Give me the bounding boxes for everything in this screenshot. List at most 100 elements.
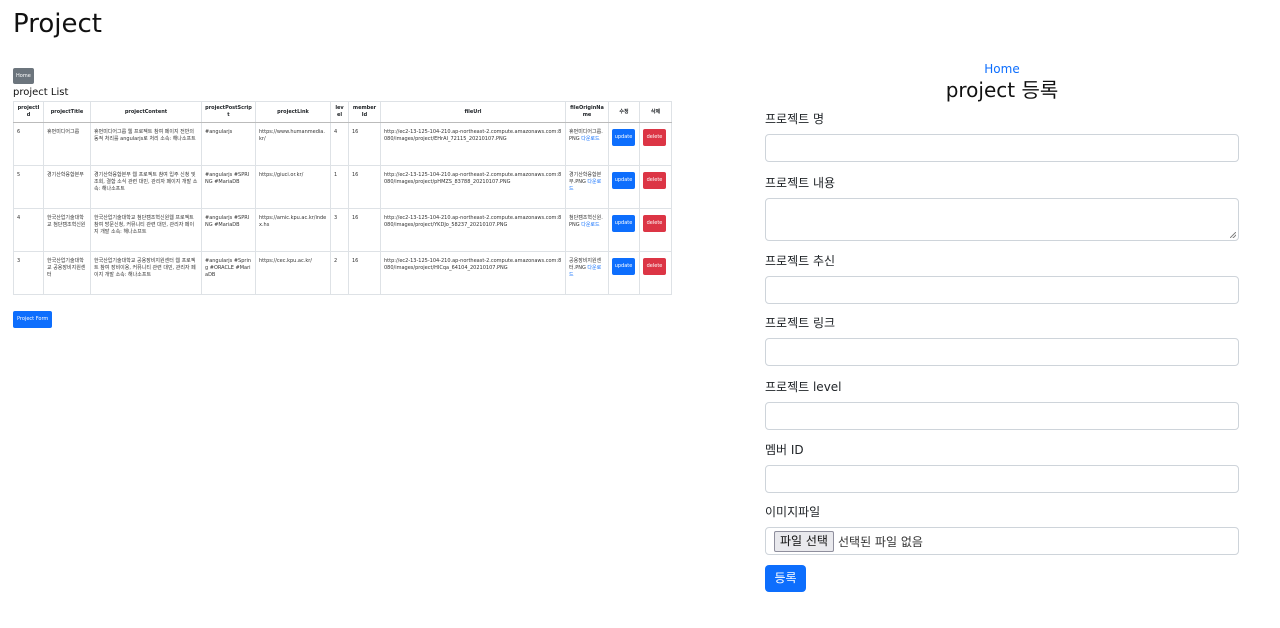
file-status-text: 선택된 파일 없음 xyxy=(837,534,923,549)
project-content-textarea[interactable] xyxy=(765,198,1239,241)
cell-delete: delete xyxy=(639,165,672,209)
column-header: projectPostScript xyxy=(201,101,256,123)
cell-delete: delete xyxy=(639,208,672,252)
cell-file-url: http://ec2-13-125-104-210.ap-northeast-2… xyxy=(380,122,566,166)
cell-update: update xyxy=(608,251,640,295)
project-content-label: 프로젝트 내용 xyxy=(765,176,836,190)
cell-project-id: 5 xyxy=(13,165,44,209)
table-row: 6 휴먼미디어그룹 휴먼미디어그룹 웹 프로젝트 참여 페이지 전반의 동적 처… xyxy=(13,122,672,166)
column-header: fileUrl xyxy=(380,101,566,123)
cell-project-title: 경기산학융합본부 xyxy=(43,165,91,209)
cell-level: 3 xyxy=(330,208,349,252)
project-level-label: 프로젝트 level xyxy=(765,380,842,394)
cell-file-url: http://ec2-13-125-104-210.ap-northeast-2… xyxy=(380,208,566,252)
submit-button[interactable]: 등록 xyxy=(765,565,806,592)
cell-level: 2 xyxy=(330,251,349,295)
project-postscript-label: 프로젝트 추신 xyxy=(765,254,836,268)
download-link[interactable]: 다운로드 xyxy=(581,222,599,228)
cell-update: update xyxy=(608,165,640,209)
download-link[interactable]: 다운로드 xyxy=(581,136,599,142)
field-content: 프로젝트 내용 xyxy=(765,175,1239,241)
image-file-input[interactable]: 파일 선택 선택된 파일 없음 xyxy=(765,527,1239,555)
update-button[interactable]: update xyxy=(612,215,635,232)
file-select-button[interactable]: 파일 선택 xyxy=(774,530,834,552)
field-image: 이미지파일 파일 선택 선택된 파일 없음 xyxy=(765,504,1239,555)
cell-project-title: 휴먼미디어그룹 xyxy=(43,122,91,166)
cell-project-content: 휴먼미디어그룹 웹 프로젝트 참여 페이지 전반의 동적 처리를 angular… xyxy=(90,122,202,166)
member-id-input[interactable] xyxy=(765,465,1239,493)
field-member: 멤버 ID xyxy=(765,442,1239,493)
field-link: 프로젝트 링크 xyxy=(765,315,1239,366)
cell-level: 1 xyxy=(330,165,349,209)
column-header: fileOriginName xyxy=(565,101,609,123)
cell-project-link: https://www.humanmedia.kr/ xyxy=(255,122,331,166)
resize-handle-icon[interactable] xyxy=(1230,232,1236,238)
table-header-row: projectId projectTitle projectContent pr… xyxy=(13,101,672,123)
cell-project-id: 6 xyxy=(13,122,44,166)
cell-project-postscript: #angularjs #SPRING #MariaDB xyxy=(201,208,256,252)
cell-project-content: 한국산업기술대학교 첨단캠조혁신원웹 프로젝트 참여 방문신청, 커뮤니티 관련… xyxy=(90,208,202,252)
field-postscript: 프로젝트 추신 xyxy=(765,253,1239,304)
project-postscript-input[interactable] xyxy=(765,276,1239,304)
cell-delete: delete xyxy=(639,251,672,295)
cell-project-link: https://cec.kpu.ac.kr/ xyxy=(255,251,331,295)
cell-member-id: 16 xyxy=(348,165,381,209)
project-form-button[interactable]: Project Form xyxy=(13,311,53,328)
cell-project-link: https://amic.kpu.ac.kr/index.hs xyxy=(255,208,331,252)
project-list-panel: Home project List projectId projectTitle… xyxy=(13,62,672,295)
cell-update: update xyxy=(608,122,640,166)
column-header: projectTitle xyxy=(43,101,91,123)
project-name-label: 프로젝트 명 xyxy=(765,112,825,126)
delete-button[interactable]: delete xyxy=(643,215,666,232)
cell-project-id: 4 xyxy=(13,208,44,252)
cell-project-content: 경기산학융합본부 웹 프로젝트 참여 입주 신청 및 조회, 결함 소식 관련 … xyxy=(90,165,202,209)
cell-file-url: http://ec2-13-125-104-210.ap-northeast-2… xyxy=(380,251,566,295)
cell-project-postscript: #angularjs #SPRING #MariaDB xyxy=(201,165,256,209)
list-title: project List xyxy=(13,87,69,98)
column-header: memberId xyxy=(348,101,381,123)
home-button[interactable]: Home xyxy=(13,68,34,84)
cell-update: update xyxy=(608,208,640,252)
column-header: projectContent xyxy=(90,101,202,123)
project-name-input[interactable] xyxy=(765,134,1239,162)
update-button[interactable]: update xyxy=(612,258,635,275)
column-header: projectLink xyxy=(255,101,331,123)
delete-button[interactable]: delete xyxy=(643,172,666,189)
update-button[interactable]: update xyxy=(612,172,635,189)
table-row: 3 한국산업기술대학교 공용장비지원센터 한국산업기술대학교 공용장비지원센터 … xyxy=(13,251,672,295)
delete-button[interactable]: delete xyxy=(643,129,666,146)
delete-button[interactable]: delete xyxy=(643,258,666,275)
update-button[interactable]: update xyxy=(612,129,635,146)
project-table: projectId projectTitle projectContent pr… xyxy=(13,101,672,295)
cell-project-postscript: #angularjs #Spring #ORACLE #MariaDB xyxy=(201,251,256,295)
field-name: 프로젝트 명 xyxy=(765,111,1239,162)
image-file-label: 이미지파일 xyxy=(765,505,821,519)
cell-delete: delete xyxy=(639,122,672,166)
project-register-form: Home project 등록 프로젝트 명 프로젝트 내용 프로젝트 추신 프… xyxy=(765,62,1239,592)
cell-project-link: https://giuci.or.kr/ xyxy=(255,165,331,209)
cell-file-origin-name: 경기산학융합본부.PNG 다운로드 xyxy=(565,165,609,209)
column-header: level xyxy=(330,101,349,123)
cell-project-title: 한국산업기술대학교 첨단캠조혁신원 xyxy=(43,208,91,252)
cell-file-url: http://ec2-13-125-104-210.ap-northeast-2… xyxy=(380,165,566,209)
page-title: Project xyxy=(13,9,102,39)
cell-project-content: 한국산업기술대학교 공용장비지원센터 웹 프로젝트 참여 장비이용, 커뮤니티 … xyxy=(90,251,202,295)
cell-file-origin-name: 공용장비지원센터.PNG 다운로드 xyxy=(565,251,609,295)
cell-file-origin-name: 휴먼미디어그룹.PNG 다운로드 xyxy=(565,122,609,166)
cell-level: 4 xyxy=(330,122,349,166)
member-id-label: 멤버 ID xyxy=(765,443,804,457)
project-level-input[interactable] xyxy=(765,402,1239,430)
cell-project-id: 3 xyxy=(13,251,44,295)
cell-project-title: 한국산업기술대학교 공용장비지원센터 xyxy=(43,251,91,295)
home-link[interactable]: Home xyxy=(765,62,1239,76)
project-link-label: 프로젝트 링크 xyxy=(765,316,836,330)
field-level: 프로젝트 level xyxy=(765,379,1239,430)
form-title: project 등록 xyxy=(945,78,1059,102)
cell-member-id: 16 xyxy=(348,251,381,295)
column-header: 수정 xyxy=(608,101,640,123)
cell-file-origin-name: 첨단캠조혁신원.PNG 다운로드 xyxy=(565,208,609,252)
project-link-input[interactable] xyxy=(765,338,1239,366)
table-row: 4 한국산업기술대학교 첨단캠조혁신원 한국산업기술대학교 첨단캠조혁신원웹 프… xyxy=(13,208,672,252)
table-row: 5 경기산학융합본부 경기산학융합본부 웹 프로젝트 참여 입주 신청 및 조회… xyxy=(13,165,672,209)
cell-project-postscript: #angularjs xyxy=(201,122,256,166)
